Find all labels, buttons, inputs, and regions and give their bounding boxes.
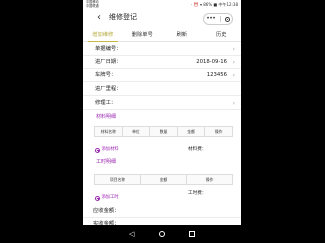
add-material-button[interactable]: 添加材料 xyxy=(95,146,119,154)
system-home-icon[interactable] xyxy=(159,231,165,237)
carrier-text: 中国移动 中国联通 xyxy=(86,0,99,8)
add-material-label: 添加材料 xyxy=(101,147,119,152)
entry-date-label: 进厂日期： xyxy=(95,59,122,65)
repairer-row[interactable]: 修理工： › xyxy=(83,97,241,110)
receivable-row[interactable]: 应收金额： xyxy=(83,205,241,218)
page-title: 维修登记 xyxy=(109,13,137,21)
mini-program-capsule: ••• xyxy=(203,13,233,25)
plate-value[interactable]: 123456 xyxy=(207,72,227,78)
plate-row[interactable]: 车牌号： 123456 › xyxy=(83,69,241,82)
close-target-icon[interactable] xyxy=(224,16,230,22)
chevron-right-icon: › xyxy=(232,71,235,79)
add-labor-button[interactable]: 添加工时 xyxy=(95,194,119,202)
entry-date-row[interactable]: 进厂日期： 2018-09-16 › xyxy=(83,56,241,69)
phone-screen: 中国移动 中国联通 · ⏰ ▾ 86% ■ 中午12:38 ‹ 维修登记 •••… xyxy=(83,0,241,243)
more-dots-icon[interactable]: ••• xyxy=(206,16,216,22)
table-header-cell: 材料名称 xyxy=(95,127,123,136)
add-labor-label: 添加工时 xyxy=(101,195,119,200)
capsule-divider xyxy=(219,16,221,22)
labor-fee-label: 工时费： xyxy=(188,191,207,196)
chevron-right-icon: › xyxy=(232,58,235,66)
tab-bar: 增加维修 删除单号 刷新 历史 xyxy=(83,30,241,42)
nav-bar: ‹ 维修登记 ••• xyxy=(83,9,241,27)
repairer-label: 修理工： xyxy=(95,100,117,106)
plus-circle-icon xyxy=(95,147,100,153)
mileage-label: 进厂里程： xyxy=(95,86,122,92)
plus-circle-icon xyxy=(95,195,100,201)
order-number-label: 单据编号： xyxy=(95,46,122,52)
chevron-right-icon: › xyxy=(232,99,235,107)
table-header-cell: 操作 xyxy=(214,129,223,134)
table-header-cell: 项目名称 xyxy=(95,175,141,184)
system-back-icon[interactable]: ◁ xyxy=(129,230,134,238)
tab-add-repair[interactable]: 增加维修 xyxy=(83,30,123,42)
back-arrow-icon[interactable]: ‹ xyxy=(97,12,101,23)
labor-table-header: 项目名称 金额 操作 xyxy=(94,174,233,185)
material-fee-label: 材料费： xyxy=(188,147,207,152)
chevron-right-icon: › xyxy=(232,45,235,53)
table-header-cell: 操作 xyxy=(205,177,214,182)
status-icons: · ⏰ ▾ 86% ■ 中午12:38 xyxy=(191,2,238,7)
entry-date-value[interactable]: 2018-09-16 xyxy=(196,59,227,65)
table-header-cell: 金额 xyxy=(178,127,206,136)
android-nav-bar: ◁ xyxy=(83,225,241,243)
tab-history[interactable]: 历史 xyxy=(202,30,242,41)
plate-label: 车牌号： xyxy=(95,72,117,78)
table-header-cell: 单位 xyxy=(123,127,151,136)
table-header-cell: 数量 xyxy=(150,127,178,136)
tab-refresh[interactable]: 刷新 xyxy=(162,30,202,41)
materials-section-title: 材料明细 xyxy=(96,114,117,120)
order-number-row[interactable]: 单据编号： › xyxy=(83,43,241,56)
table-header-cell: 金额 xyxy=(141,175,187,184)
status-bar: 中国移动 中国联通 · ⏰ ▾ 86% ■ 中午12:38 xyxy=(83,0,241,9)
mileage-row[interactable]: 进厂里程： xyxy=(83,83,241,96)
receivable-label: 应收金额： xyxy=(93,208,120,214)
system-recents-icon[interactable] xyxy=(189,231,195,237)
tab-delete-order[interactable]: 删除单号 xyxy=(123,30,163,41)
labor-section-title: 工时明细 xyxy=(96,159,117,165)
materials-table-header: 材料名称 单位 数量 金额 操作 xyxy=(94,126,233,137)
